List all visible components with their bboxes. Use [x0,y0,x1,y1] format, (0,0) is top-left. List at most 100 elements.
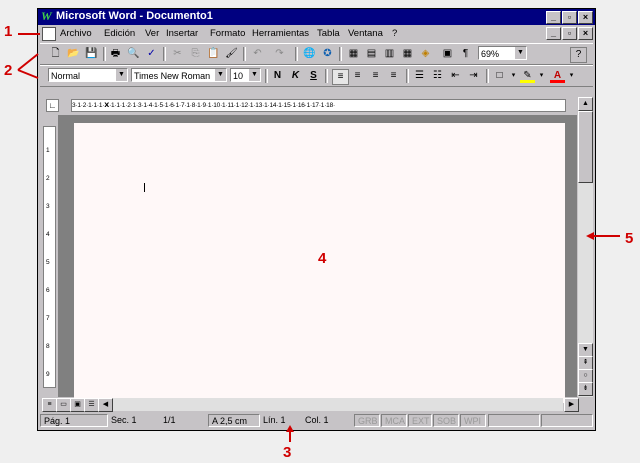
close-button[interactable]: × [578,11,593,24]
style-value: Normal [51,71,81,81]
minimize-button[interactable]: _ [546,11,561,24]
bullets-icon[interactable]: ☷ [430,69,445,83]
justify-icon[interactable]: ≡ [386,69,401,83]
chevron-down-icon[interactable]: ▾ [506,69,521,83]
align-left-icon[interactable]: ≡ [332,69,349,85]
paste-icon[interactable]: 📋 [206,47,221,61]
chevron-down-icon[interactable]: ▼ [115,69,127,81]
save-icon[interactable]: 💾 [84,47,99,61]
redo-icon[interactable]: ↷ [272,47,287,61]
scroll-down-icon[interactable]: ▼ [578,343,593,357]
web-view-icon[interactable]: ▭ [56,398,71,412]
tab-selector-icon[interactable]: ∟ [46,99,59,112]
menu-ayuda[interactable]: ? [392,28,397,39]
hyperlink-icon[interactable]: 🌐 [302,47,317,61]
insert-excel-icon[interactable]: ▥ [382,47,397,61]
highlight-icon[interactable]: ✎ [520,69,535,83]
vruler-mark: 2 [46,175,50,182]
increase-indent-icon[interactable]: ⇥ [466,69,481,83]
italic-button[interactable]: K [288,69,303,83]
prev-page-icon[interactable]: ⇞ [578,356,593,370]
menu-insertar[interactable]: Insertar [166,28,198,39]
document-map-icon[interactable]: ▣ [440,47,455,61]
print-preview-icon[interactable]: 🔍 [126,47,141,61]
annotation-arrow-1 [18,33,40,35]
insert-table-icon[interactable]: ▤ [364,47,379,61]
scroll-right-icon[interactable]: ▶ [564,398,579,412]
drawing-icon[interactable]: ◈ [418,47,433,61]
scroll-up-icon[interactable]: ▲ [578,97,593,111]
underline-button[interactable]: S [306,69,321,83]
open-icon[interactable]: 📂 [66,47,81,61]
zoom-value: 69% [481,49,500,59]
menu-tabla[interactable]: Tabla [317,28,340,39]
window-title: Microsoft Word - Documento1 [56,10,213,22]
columns-icon[interactable]: ▦ [400,47,415,61]
status-mca[interactable]: MCA [381,414,407,427]
format-painter-icon[interactable]: 🖌 [224,47,239,61]
vertical-ruler[interactable]: 1 2 3 4 5 6 7 8 9 [43,126,56,388]
font-value: Times New Roman [134,71,211,81]
numbering-icon[interactable]: ☰ [412,69,427,83]
zoom-select[interactable]: 69% ▼ [478,46,527,60]
bold-button[interactable]: N [270,69,285,83]
align-center-icon[interactable]: ≡ [350,69,365,83]
chevron-down-icon[interactable]: ▾ [534,69,549,83]
undo-icon[interactable]: ↶ [250,47,265,61]
copy-icon[interactable]: ⎘ [188,47,203,61]
font-size-select[interactable]: 10 ▼ [230,68,261,82]
scroll-thumb[interactable] [578,111,593,183]
decrease-indent-icon[interactable]: ⇤ [448,69,463,83]
normal-view-icon[interactable]: ≡ [42,398,57,412]
status-grb[interactable]: GRB [354,414,380,427]
browse-object-icon[interactable]: ○ [578,369,593,383]
annotation-arrow-2 [17,53,39,79]
chevron-down-icon[interactable]: ▼ [214,69,226,81]
menu-ver[interactable]: Ver [145,28,159,39]
help-button[interactable]: ? [570,47,587,63]
doc-minimize-button[interactable]: _ [546,27,561,40]
word-icon[interactable]: W [41,10,53,23]
ruler-scale[interactable]: 3·1·2·1·1·1·𝗫·1·1·1·2·1·3·1·4·1·5·1·6·1·… [71,99,566,112]
menu-edicion[interactable]: Edición [104,28,135,39]
next-page-icon[interactable]: ⇟ [578,382,593,396]
annotation-4: 4 [318,250,327,267]
borders-icon[interactable]: □ [492,69,507,83]
annotation-arrow-5 [586,232,620,240]
menu-archivo[interactable]: Archivo [60,28,92,39]
page-view-icon[interactable]: ▣ [70,398,85,412]
outline-view-icon[interactable]: ☰ [84,398,99,412]
status-ext[interactable]: EXT [408,414,432,427]
menu-ventana[interactable]: Ventana [348,28,383,39]
spelling-icon[interactable]: ✓ [144,47,159,61]
status-wpi[interactable]: WPI [460,414,486,427]
style-select[interactable]: Normal ▼ [48,68,128,82]
document-icon[interactable] [42,27,56,41]
font-color-button[interactable]: A [550,69,565,83]
web-toolbar-icon[interactable]: ✪ [320,47,335,61]
vertical-scrollbar[interactable]: ▲ ▼ ⇞ ○ ⇟ [578,97,593,397]
menu-formato[interactable]: Formato [210,28,245,39]
horizontal-scroll-track[interactable] [113,398,563,411]
menu-herramientas[interactable]: Herramientas [252,28,309,39]
chevron-down-icon[interactable]: ▼ [248,69,260,81]
doc-restore-button[interactable]: ▫ [562,27,577,40]
align-right-icon[interactable]: ≡ [368,69,383,83]
cut-icon[interactable]: ✂ [170,47,185,61]
standard-toolbar: 🗋 📂 💾 🖶 🔍 ✓ ✂ ⎘ 📋 🖌 ↶ ↷ 🌐 ✪ ▦ ▤ ▥ ▦ ◈ ▣ … [40,43,593,65]
font-select[interactable]: Times New Roman ▼ [131,68,227,82]
pilcrow-icon[interactable]: ¶ [458,47,473,61]
chevron-down-icon[interactable]: ▼ [514,47,526,59]
print-icon[interactable]: 🖶 [108,47,123,61]
status-section: Sec. 1 [111,415,137,425]
annotation-5: 5 [625,230,634,247]
title-bar: W Microsoft Word - Documento1 _ ▫ × [38,9,595,25]
new-icon[interactable]: 🗋 [48,47,63,61]
scroll-left-icon[interactable]: ◀ [98,398,113,412]
status-sob[interactable]: SOB [433,414,459,427]
doc-close-button[interactable]: × [578,27,593,40]
chevron-down-icon[interactable]: ▾ [564,69,579,83]
vruler-mark: 1 [46,147,50,154]
maximize-button[interactable]: ▫ [562,11,577,24]
tables-borders-icon[interactable]: ▦ [346,47,361,61]
